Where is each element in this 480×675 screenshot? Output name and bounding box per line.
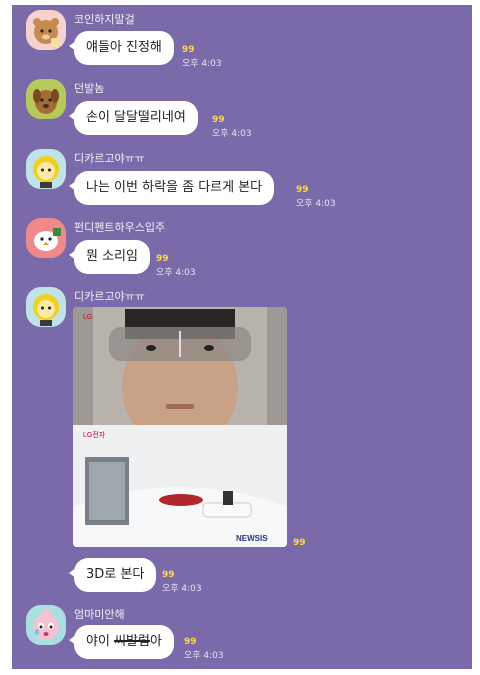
round-face-avatar-icon[interactable] <box>26 287 66 327</box>
unread-count: 99 <box>182 45 195 55</box>
message-bubble[interactable]: 3D로 본다 <box>68 558 157 592</box>
message-time: 오후 4:03 <box>182 59 222 69</box>
message-time: 오후 4:03 <box>212 129 252 139</box>
bird-avatar-icon[interactable] <box>26 218 66 258</box>
message-text: 야이 <box>86 634 115 649</box>
chat-room[interactable]: 코인하지말걸 얘들아 진정해 99 오후 4:03 던발놈 손이 달달떨리네여 … <box>12 5 472 669</box>
sender-name: 디카르고야ㅠㅠ <box>74 290 145 303</box>
unread-count: 99 <box>162 570 175 580</box>
shared-photo[interactable]: LG LG전자 NEWSIS <box>73 307 287 547</box>
bear-avatar-icon[interactable] <box>26 10 66 50</box>
lg-logo-top: LG <box>83 314 92 321</box>
message-time: 오후 4:03 <box>184 651 224 661</box>
crying-girl-avatar-icon[interactable] <box>26 605 66 645</box>
message-time: 오후 4:03 <box>162 584 202 594</box>
unread-count: 99 <box>296 185 309 195</box>
message-bubble[interactable]: 야이 씨발럼아 <box>69 625 174 659</box>
sender-name: 디카르고야ㅠㅠ <box>74 152 145 165</box>
sender-name: 던발놈 <box>74 82 105 95</box>
newsis-watermark: NEWSIS <box>236 534 268 543</box>
unread-count: 99 <box>212 115 225 125</box>
message-time: 오후 4:03 <box>296 199 336 209</box>
message-bubble[interactable]: 나는 이번 하락을 좀 다르게 본다 <box>68 171 275 205</box>
puppy-avatar-icon[interactable] <box>26 79 66 119</box>
round-face-avatar-icon[interactable] <box>26 149 66 189</box>
struck-text: 씨발럼 <box>114 634 150 649</box>
message-text: 아 <box>149 634 162 649</box>
message-bubble[interactable]: 얘들아 진정해 <box>69 31 174 65</box>
lg-logo-mid: LG전자 <box>83 430 106 439</box>
unread-count: 99 <box>184 637 197 647</box>
unread-count: 99 <box>293 538 306 548</box>
unread-count: 99 <box>156 254 169 264</box>
message-bubble[interactable]: 손이 달달떨리네여 <box>69 101 198 135</box>
sender-name: 펀디펜트하우스입주 <box>74 221 166 234</box>
sender-name: 코인하지말걸 <box>74 13 135 26</box>
message-bubble[interactable]: 뭔 소리임 <box>69 240 150 274</box>
sender-name: 엄마미안해 <box>74 608 125 621</box>
message-time: 오후 4:03 <box>156 268 196 278</box>
